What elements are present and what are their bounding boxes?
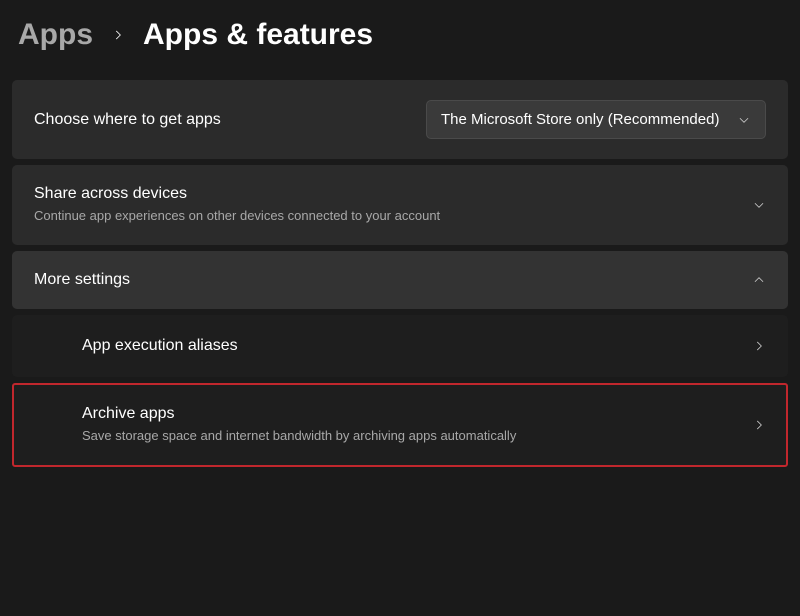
archive-apps-item[interactable]: Archive apps Save storage space and inte… bbox=[12, 383, 788, 467]
chevron-down-icon bbox=[737, 113, 751, 127]
archive-title: Archive apps bbox=[82, 405, 736, 423]
choose-apps-panel: Choose where to get apps The Microsoft S… bbox=[12, 80, 788, 159]
choose-apps-dropdown[interactable]: The Microsoft Store only (Recommended) bbox=[426, 100, 766, 139]
breadcrumb: Apps Apps & features bbox=[0, 0, 800, 80]
chevron-up-icon bbox=[752, 273, 766, 287]
dropdown-selected-value: The Microsoft Store only (Recommended) bbox=[441, 111, 719, 128]
chevron-right-icon bbox=[752, 339, 766, 353]
breadcrumb-parent-link[interactable]: Apps bbox=[18, 18, 93, 52]
app-execution-aliases-item[interactable]: App execution aliases bbox=[12, 315, 788, 377]
more-settings-title: More settings bbox=[34, 271, 736, 289]
page-title: Apps & features bbox=[143, 18, 373, 52]
chevron-right-icon bbox=[111, 28, 125, 42]
chevron-right-icon bbox=[752, 418, 766, 432]
more-settings-panel[interactable]: More settings bbox=[12, 251, 788, 309]
chevron-down-icon bbox=[752, 198, 766, 212]
choose-apps-label: Choose where to get apps bbox=[34, 111, 410, 129]
share-across-devices-panel[interactable]: Share across devices Continue app experi… bbox=[12, 165, 788, 245]
share-devices-title: Share across devices bbox=[34, 185, 736, 203]
settings-panel-list: Choose where to get apps The Microsoft S… bbox=[0, 80, 800, 467]
share-devices-desc: Continue app experiences on other device… bbox=[34, 207, 736, 225]
aliases-title: App execution aliases bbox=[82, 337, 736, 355]
archive-desc: Save storage space and internet bandwidt… bbox=[82, 427, 736, 445]
